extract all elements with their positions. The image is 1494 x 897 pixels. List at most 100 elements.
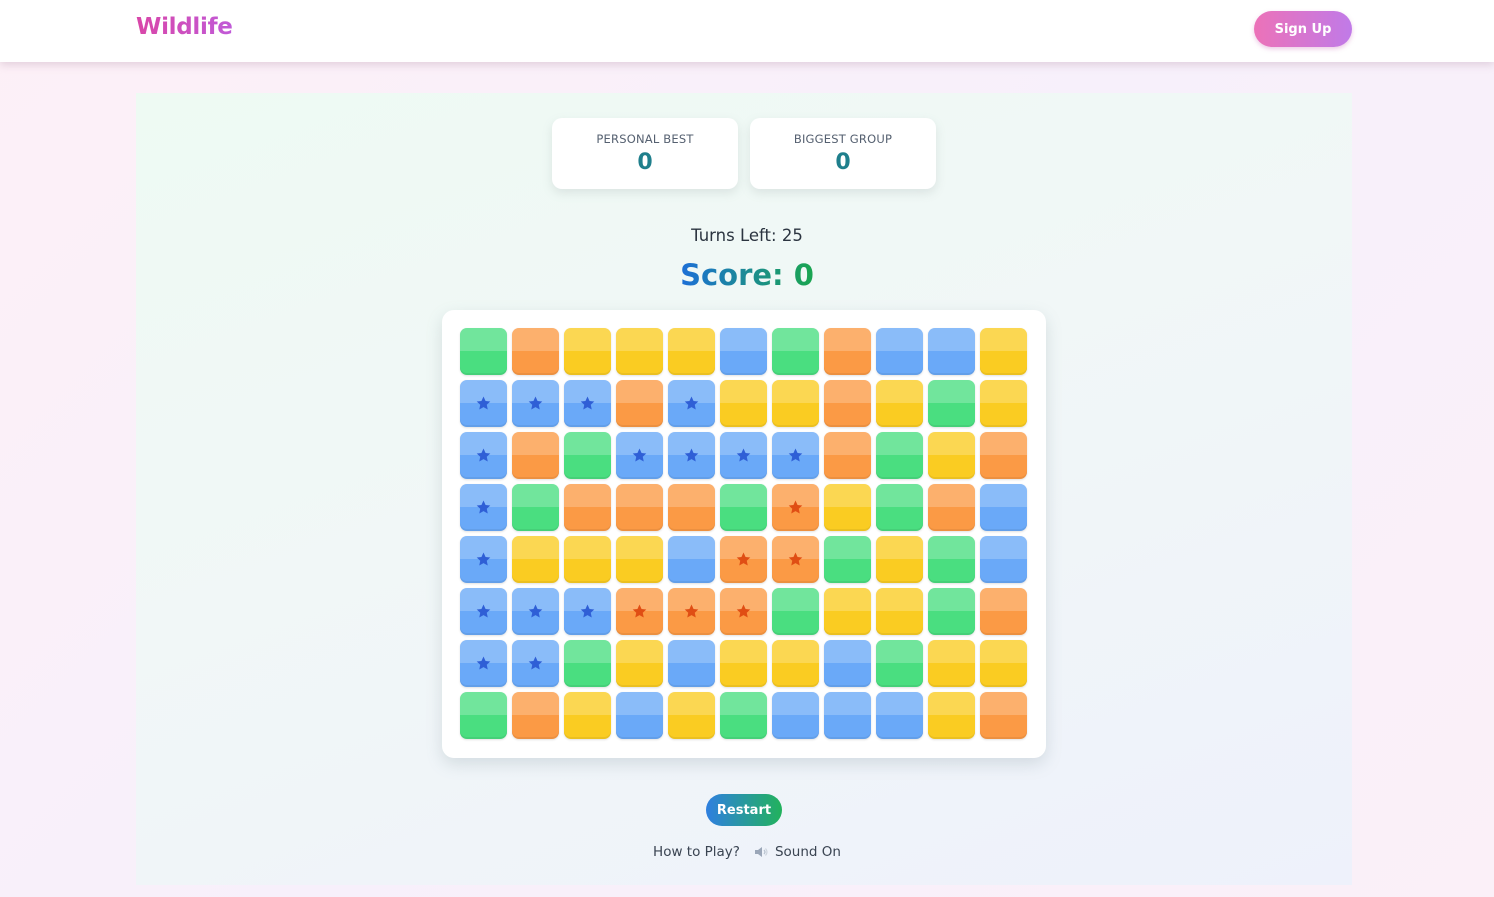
tile-yellow[interactable] xyxy=(876,536,923,583)
tile-green[interactable] xyxy=(772,328,819,375)
tile-orange[interactable] xyxy=(824,380,871,427)
tile-green[interactable] xyxy=(460,328,507,375)
tile-yellow[interactable] xyxy=(772,640,819,687)
star-icon xyxy=(787,499,804,516)
tile-blue-starred[interactable] xyxy=(668,432,715,479)
tile-yellow[interactable] xyxy=(980,640,1027,687)
tile-blue[interactable] xyxy=(876,328,923,375)
star-icon xyxy=(631,603,648,620)
tile-yellow[interactable] xyxy=(980,328,1027,375)
tile-blue-starred[interactable] xyxy=(668,380,715,427)
tile-blue[interactable] xyxy=(824,692,871,739)
tile-orange[interactable] xyxy=(824,328,871,375)
tile-blue[interactable] xyxy=(668,536,715,583)
tile-blue-starred[interactable] xyxy=(460,484,507,531)
tile-blue-starred[interactable] xyxy=(512,380,559,427)
tile-green[interactable] xyxy=(772,588,819,635)
star-icon xyxy=(683,395,700,412)
tile-blue-starred[interactable] xyxy=(772,432,819,479)
tile-yellow[interactable] xyxy=(824,588,871,635)
tile-blue-starred[interactable] xyxy=(720,432,767,479)
tile-blue-starred[interactable] xyxy=(512,588,559,635)
tile-orange-starred[interactable] xyxy=(720,588,767,635)
tile-orange-starred[interactable] xyxy=(616,588,663,635)
tile-orange[interactable] xyxy=(980,692,1027,739)
tile-blue[interactable] xyxy=(720,328,767,375)
tile-blue[interactable] xyxy=(928,328,975,375)
tile-blue[interactable] xyxy=(616,692,663,739)
tile-blue-starred[interactable] xyxy=(460,640,507,687)
tile-blue-starred[interactable] xyxy=(460,588,507,635)
tile-blue[interactable] xyxy=(876,692,923,739)
tile-yellow[interactable] xyxy=(720,380,767,427)
tile-yellow[interactable] xyxy=(616,328,663,375)
tile-blue-starred[interactable] xyxy=(460,536,507,583)
tile-yellow[interactable] xyxy=(928,692,975,739)
tile-blue-starred[interactable] xyxy=(460,380,507,427)
tile-orange-starred[interactable] xyxy=(772,536,819,583)
tile-blue-starred[interactable] xyxy=(512,640,559,687)
tile-yellow[interactable] xyxy=(720,640,767,687)
tile-yellow[interactable] xyxy=(564,328,611,375)
tile-yellow[interactable] xyxy=(928,640,975,687)
tile-orange[interactable] xyxy=(616,484,663,531)
tile-blue[interactable] xyxy=(980,536,1027,583)
tile-orange-starred[interactable] xyxy=(668,588,715,635)
logo[interactable]: Wildlife xyxy=(136,14,233,40)
biggest-group-card: BIGGEST GROUP 0 xyxy=(750,118,936,189)
tile-yellow[interactable] xyxy=(668,692,715,739)
tile-yellow[interactable] xyxy=(876,380,923,427)
tile-green[interactable] xyxy=(720,692,767,739)
tile-orange[interactable] xyxy=(512,692,559,739)
sign-up-button[interactable]: Sign Up xyxy=(1254,11,1352,47)
tile-yellow[interactable] xyxy=(876,588,923,635)
tile-green[interactable] xyxy=(460,692,507,739)
tile-orange[interactable] xyxy=(512,432,559,479)
tile-yellow[interactable] xyxy=(512,536,559,583)
tile-orange[interactable] xyxy=(668,484,715,531)
tile-blue-starred[interactable] xyxy=(460,432,507,479)
how-to-play-link[interactable]: How to Play? xyxy=(653,844,740,860)
tile-green[interactable] xyxy=(876,432,923,479)
tile-green[interactable] xyxy=(876,640,923,687)
tile-green[interactable] xyxy=(928,536,975,583)
tile-yellow[interactable] xyxy=(616,536,663,583)
footer-links: How to Play? Sound On xyxy=(0,844,1494,860)
sound-toggle[interactable]: Sound On xyxy=(754,844,841,860)
tile-blue-starred[interactable] xyxy=(564,588,611,635)
tile-orange[interactable] xyxy=(980,588,1027,635)
tile-yellow[interactable] xyxy=(824,484,871,531)
tile-orange[interactable] xyxy=(616,380,663,427)
tile-orange[interactable] xyxy=(564,484,611,531)
tile-blue[interactable] xyxy=(668,640,715,687)
tile-blue[interactable] xyxy=(980,484,1027,531)
tile-yellow[interactable] xyxy=(928,432,975,479)
tile-green[interactable] xyxy=(564,432,611,479)
tile-green[interactable] xyxy=(564,640,611,687)
tile-green[interactable] xyxy=(928,588,975,635)
tile-orange[interactable] xyxy=(824,432,871,479)
tile-green[interactable] xyxy=(512,484,559,531)
tile-yellow[interactable] xyxy=(564,536,611,583)
tile-yellow[interactable] xyxy=(772,380,819,427)
tile-blue-starred[interactable] xyxy=(616,432,663,479)
star-icon xyxy=(527,655,544,672)
tile-green[interactable] xyxy=(928,380,975,427)
tile-orange-starred[interactable] xyxy=(772,484,819,531)
tile-blue[interactable] xyxy=(824,640,871,687)
tile-green[interactable] xyxy=(876,484,923,531)
tile-blue-starred[interactable] xyxy=(564,380,611,427)
tile-orange[interactable] xyxy=(928,484,975,531)
tile-green[interactable] xyxy=(824,536,871,583)
tile-orange[interactable] xyxy=(512,328,559,375)
star-icon xyxy=(683,603,700,620)
tile-yellow[interactable] xyxy=(980,380,1027,427)
tile-orange[interactable] xyxy=(980,432,1027,479)
tile-yellow[interactable] xyxy=(616,640,663,687)
tile-orange-starred[interactable] xyxy=(720,536,767,583)
restart-button[interactable]: Restart xyxy=(706,794,782,826)
tile-yellow[interactable] xyxy=(668,328,715,375)
tile-yellow[interactable] xyxy=(564,692,611,739)
tile-green[interactable] xyxy=(720,484,767,531)
tile-blue[interactable] xyxy=(772,692,819,739)
